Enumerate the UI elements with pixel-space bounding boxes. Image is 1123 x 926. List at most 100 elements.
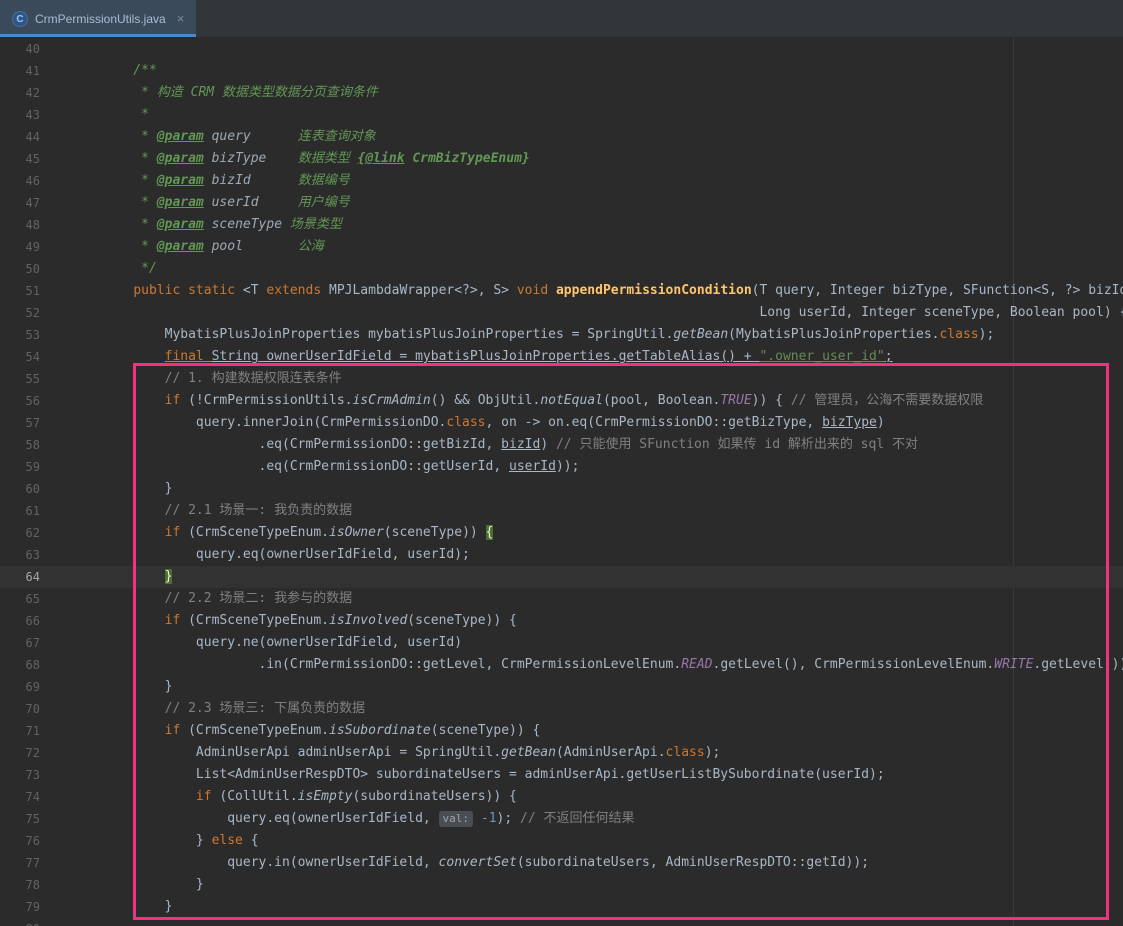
line-number[interactable]: 58 <box>0 434 40 456</box>
code-line[interactable]: 58 .eq(CrmPermissionDO::getBizId, bizId)… <box>0 434 1123 456</box>
line-number[interactable]: 77 <box>0 852 40 874</box>
code-line[interactable]: 78 } <box>0 874 1123 896</box>
code-line[interactable]: 47 * @param userId 用户编号 <box>0 192 1123 214</box>
line-number[interactable]: 65 <box>0 588 40 610</box>
code-line[interactable]: 74 if (CollUtil.isEmpty(subordinateUsers… <box>0 786 1123 808</box>
line-number[interactable]: 68 <box>0 654 40 676</box>
line-number[interactable]: 43 <box>0 104 40 126</box>
line-number[interactable]: 51 <box>0 280 40 302</box>
code-line[interactable]: 68 .in(CrmPermissionDO::getLevel, CrmPer… <box>0 654 1123 676</box>
code-line[interactable]: 67 query.ne(ownerUserIdField, userId) <box>0 632 1123 654</box>
code-text: .eq(CrmPermissionDO::getUserId, userId))… <box>102 456 579 478</box>
code-line[interactable]: 73 List<AdminUserRespDTO> subordinateUse… <box>0 764 1123 786</box>
code-line[interactable]: 45 * @param bizType 数据类型 {@link CrmBizTy… <box>0 148 1123 170</box>
code-line[interactable]: 70 // 2.3 场景三: 下属负责的数据 <box>0 698 1123 720</box>
code-line[interactable]: 50 */ <box>0 258 1123 280</box>
code-line[interactable]: 51 public static <T extends MPJLambdaWra… <box>0 280 1123 302</box>
code-line[interactable]: 52 Long userId, Integer sceneType, Boole… <box>0 302 1123 324</box>
line-number[interactable]: 66 <box>0 610 40 632</box>
code-text: */ <box>102 258 157 280</box>
line-number[interactable]: 60 <box>0 478 40 500</box>
code-line[interactable]: 62 if (CrmSceneTypeEnum.isOwner(sceneTyp… <box>0 522 1123 544</box>
line-number[interactable]: 59 <box>0 456 40 478</box>
code-line[interactable]: 77 query.in(ownerUserIdField, convertSet… <box>0 852 1123 874</box>
code-line[interactable]: 63 query.eq(ownerUserIdField, userId); <box>0 544 1123 566</box>
line-number[interactable]: 54 <box>0 346 40 368</box>
code-line[interactable]: 65 // 2.2 场景二: 我参与的数据 <box>0 588 1123 610</box>
code-line[interactable]: 66 if (CrmSceneTypeEnum.isInvolved(scene… <box>0 610 1123 632</box>
line-number[interactable]: 74 <box>0 786 40 808</box>
code-text: final String ownerUserIdField = mybatisP… <box>102 346 893 368</box>
code-line[interactable]: 75 query.eq(ownerUserIdField, val: -1); … <box>0 808 1123 830</box>
code-line[interactable]: 76 } else { <box>0 830 1123 852</box>
code-line[interactable]: 40 <box>0 38 1123 60</box>
code-line[interactable]: 57 query.innerJoin(CrmPermissionDO.class… <box>0 412 1123 434</box>
line-number[interactable]: 42 <box>0 82 40 104</box>
line-number[interactable]: 73 <box>0 764 40 786</box>
code-line[interactable]: 69 } <box>0 676 1123 698</box>
code-text: AdminUserApi adminUserApi = SpringUtil.g… <box>102 742 720 764</box>
line-number[interactable]: 49 <box>0 236 40 258</box>
code-line[interactable]: 71 if (CrmSceneTypeEnum.isSubordinate(sc… <box>0 720 1123 742</box>
code-editor[interactable]: 4041 /**42 * 构造 CRM 数据类型数据分页查询条件43 *44 *… <box>0 38 1123 926</box>
code-text: * @param pool 公海 <box>102 236 324 258</box>
java-class-icon: C <box>12 11 28 27</box>
code-text: query.eq(ownerUserIdField, val: -1); // … <box>102 808 635 830</box>
line-number[interactable]: 57 <box>0 412 40 434</box>
code-line[interactable]: 43 * <box>0 104 1123 126</box>
code-text: * @param userId 用户编号 <box>102 192 350 214</box>
line-number[interactable]: 78 <box>0 874 40 896</box>
code-line[interactable]: 79 } <box>0 896 1123 918</box>
code-line[interactable]: 72 AdminUserApi adminUserApi = SpringUti… <box>0 742 1123 764</box>
line-number[interactable]: 72 <box>0 742 40 764</box>
line-number[interactable]: 70 <box>0 698 40 720</box>
code-line[interactable]: 61 // 2.1 场景一: 我负责的数据 <box>0 500 1123 522</box>
code-line[interactable]: 60 } <box>0 478 1123 500</box>
line-number[interactable]: 41 <box>0 60 40 82</box>
code-text: query.ne(ownerUserIdField, userId) <box>102 632 462 654</box>
line-number[interactable]: 62 <box>0 522 40 544</box>
line-number[interactable]: 79 <box>0 896 40 918</box>
line-number[interactable]: 40 <box>0 38 40 60</box>
code-line[interactable]: 42 * 构造 CRM 数据类型数据分页查询条件 <box>0 82 1123 104</box>
code-line[interactable]: 44 * @param query 连表查询对象 <box>0 126 1123 148</box>
line-number[interactable]: 46 <box>0 170 40 192</box>
code-line[interactable]: 64 } <box>0 566 1123 588</box>
code-line[interactable]: 46 * @param bizId 数据编号 <box>0 170 1123 192</box>
code-text: // 2.2 场景二: 我参与的数据 <box>102 588 352 610</box>
code-line[interactable]: 80 <box>0 918 1123 926</box>
code-text: // 2.3 场景三: 下属负责的数据 <box>102 698 365 720</box>
code-line[interactable]: 49 * @param pool 公海 <box>0 236 1123 258</box>
code-line[interactable]: 56 if (!CrmPermissionUtils.isCrmAdmin() … <box>0 390 1123 412</box>
line-number[interactable]: 47 <box>0 192 40 214</box>
line-number[interactable]: 76 <box>0 830 40 852</box>
line-number[interactable]: 45 <box>0 148 40 170</box>
code-text: MybatisPlusJoinProperties mybatisPlusJoi… <box>102 324 994 346</box>
tab-crmpermissionutils-java[interactable]: C CrmPermissionUtils.java × <box>0 0 196 37</box>
line-number[interactable]: 61 <box>0 500 40 522</box>
line-number[interactable]: 80 <box>0 918 40 926</box>
line-number[interactable]: 56 <box>0 390 40 412</box>
code-line[interactable]: 41 /** <box>0 60 1123 82</box>
line-number[interactable]: 44 <box>0 126 40 148</box>
code-line[interactable]: 59 .eq(CrmPermissionDO::getUserId, userI… <box>0 456 1123 478</box>
code-text: * @param bizType 数据类型 {@link CrmBizTypeE… <box>102 148 530 170</box>
line-number[interactable]: 63 <box>0 544 40 566</box>
line-number[interactable]: 53 <box>0 324 40 346</box>
code-line[interactable]: 55 // 1. 构建数据权限连表条件 <box>0 368 1123 390</box>
line-number[interactable]: 75 <box>0 808 40 830</box>
line-number[interactable]: 64 <box>0 566 40 588</box>
line-number[interactable]: 50 <box>0 258 40 280</box>
line-number[interactable]: 69 <box>0 676 40 698</box>
code-line[interactable]: 53 MybatisPlusJoinProperties mybatisPlus… <box>0 324 1123 346</box>
tab-title: CrmPermissionUtils.java <box>35 12 166 26</box>
line-number[interactable]: 67 <box>0 632 40 654</box>
line-number[interactable]: 55 <box>0 368 40 390</box>
line-number[interactable]: 71 <box>0 720 40 742</box>
line-number[interactable]: 48 <box>0 214 40 236</box>
code-text: .in(CrmPermissionDO::getLevel, CrmPermis… <box>102 654 1123 676</box>
tab-close-icon[interactable]: × <box>173 11 185 26</box>
code-line[interactable]: 54 final String ownerUserIdField = mybat… <box>0 346 1123 368</box>
line-number[interactable]: 52 <box>0 302 40 324</box>
code-line[interactable]: 48 * @param sceneType 场景类型 <box>0 214 1123 236</box>
